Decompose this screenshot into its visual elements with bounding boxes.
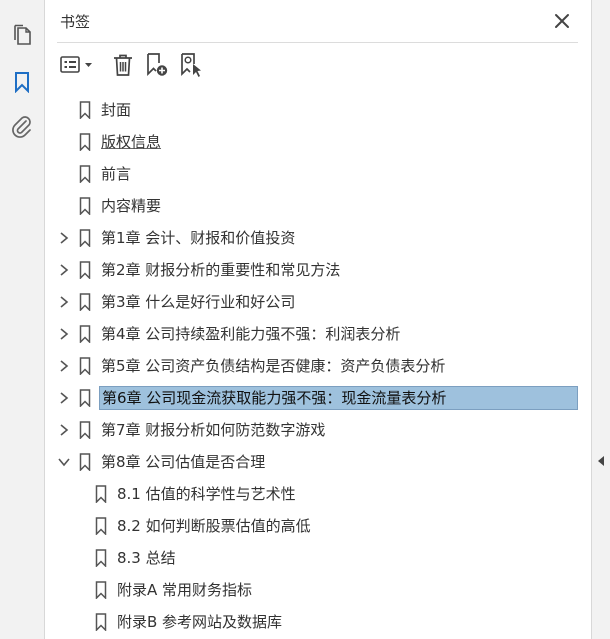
find-bookmark-icon[interactable] <box>179 52 203 78</box>
bookmark-row[interactable]: 内容精要 <box>45 190 591 222</box>
bookmark-label[interactable]: 封面 <box>99 99 133 121</box>
bookmark-icon <box>79 101 91 119</box>
bookmark-label[interactable]: 附录A 常用财务指标 <box>115 579 254 601</box>
bookmark-label[interactable]: 第6章 公司现金流获取能力强不强：现金流量表分析 <box>99 386 578 410</box>
close-icon[interactable] <box>553 12 571 30</box>
bookmark-row[interactable]: 前言 <box>45 158 591 190</box>
pages-icon[interactable] <box>9 22 35 48</box>
bookmark-row[interactable]: 8.3 总结 <box>45 542 591 574</box>
bookmark-row[interactable]: 第8章 公司估值是否合理 <box>45 446 591 478</box>
bookmark-row[interactable]: 版权信息 <box>45 126 591 158</box>
bookmark-icon <box>95 581 107 599</box>
trash-icon[interactable] <box>112 52 134 78</box>
bookmark-row[interactable]: 附录B 参考网站及数据库 <box>45 606 591 638</box>
bookmark-row[interactable]: 8.1 估值的科学性与艺术性 <box>45 478 591 510</box>
bookmark-label[interactable]: 第4章 公司持续盈利能力强不强：利润表分析 <box>99 323 402 345</box>
panel-header: 书签 <box>45 0 591 42</box>
chevron-right-icon[interactable] <box>57 231 71 245</box>
bookmark-icon[interactable] <box>9 69 35 95</box>
bookmark-icon <box>79 165 91 183</box>
chevron-right-icon[interactable] <box>57 263 71 277</box>
bookmark-icon <box>79 453 91 471</box>
collapse-arrow-icon[interactable] <box>597 452 605 471</box>
bookmark-label[interactable]: 内容精要 <box>99 195 163 217</box>
bookmark-icon <box>79 229 91 247</box>
header-divider <box>57 42 578 43</box>
bookmark-icon <box>79 293 91 311</box>
bookmark-label[interactable]: 第3章 什么是好行业和好公司 <box>99 291 297 313</box>
bookmark-row[interactable]: 第3章 什么是好行业和好公司 <box>45 286 591 318</box>
bookmark-icon <box>79 421 91 439</box>
bookmark-label[interactable]: 第1章 会计、财报和价值投资 <box>99 227 297 249</box>
options-menu-icon[interactable] <box>60 52 96 78</box>
bookmark-label[interactable]: 前言 <box>99 163 133 185</box>
bookmark-label[interactable]: 版权信息 <box>99 131 163 153</box>
bookmark-icon <box>79 197 91 215</box>
new-bookmark-icon[interactable] <box>145 52 169 78</box>
bookmarks-panel: 书签 封面 版权信息 前言 内容精要 第1章 会计、财报和价值投资 第2章 财报… <box>45 0 591 639</box>
chevron-down-icon[interactable] <box>57 455 71 469</box>
chevron-right-icon[interactable] <box>57 295 71 309</box>
left-nav-rail <box>0 0 45 639</box>
bookmark-label[interactable]: 第7章 财报分析如何防范数字游戏 <box>99 419 327 441</box>
bookmark-tree: 封面版权信息前言内容精要第1章 会计、财报和价值投资第2章 财报分析的重要性和常… <box>45 94 591 638</box>
chevron-right-icon[interactable] <box>57 423 71 437</box>
bookmark-icon <box>95 549 107 567</box>
paperclip-icon[interactable] <box>9 114 35 140</box>
bookmark-label[interactable]: 8.2 如何判断股票估值的高低 <box>115 515 313 537</box>
bookmark-row[interactable]: 第6章 公司现金流获取能力强不强：现金流量表分析 <box>45 382 591 414</box>
chevron-right-icon[interactable] <box>57 391 71 405</box>
bookmark-icon <box>79 325 91 343</box>
bookmark-icon <box>95 517 107 535</box>
bookmark-row[interactable]: 第1章 会计、财报和价值投资 <box>45 222 591 254</box>
bookmark-row[interactable]: 封面 <box>45 94 591 126</box>
bookmark-icon <box>79 261 91 279</box>
bookmark-label[interactable]: 8.3 总结 <box>115 547 178 569</box>
bookmark-label[interactable]: 第5章 公司资产负债结构是否健康：资产负债表分析 <box>99 355 447 377</box>
bookmark-row[interactable]: 第4章 公司持续盈利能力强不强：利润表分析 <box>45 318 591 350</box>
bookmarks-toolbar <box>45 48 591 82</box>
bookmark-label[interactable]: 8.1 估值的科学性与艺术性 <box>115 483 298 505</box>
bookmark-icon <box>79 389 91 407</box>
chevron-right-icon[interactable] <box>57 359 71 373</box>
bookmark-icon <box>79 357 91 375</box>
bookmark-icon <box>79 133 91 151</box>
bookmark-icon <box>95 613 107 631</box>
panel-title: 书签 <box>60 13 91 31</box>
bookmark-label[interactable]: 附录B 参考网站及数据库 <box>115 611 284 633</box>
bookmark-icon <box>95 485 107 503</box>
bookmark-row[interactable]: 第5章 公司资产负债结构是否健康：资产负债表分析 <box>45 350 591 382</box>
panel-splitter[interactable] <box>591 0 610 639</box>
bookmark-row[interactable]: 第2章 财报分析的重要性和常见方法 <box>45 254 591 286</box>
bookmark-row[interactable]: 第7章 财报分析如何防范数字游戏 <box>45 414 591 446</box>
bookmark-label[interactable]: 第8章 公司估值是否合理 <box>99 451 267 473</box>
bookmark-row[interactable]: 8.2 如何判断股票估值的高低 <box>45 510 591 542</box>
bookmark-row[interactable]: 附录A 常用财务指标 <box>45 574 591 606</box>
bookmark-label[interactable]: 第2章 财报分析的重要性和常见方法 <box>99 259 342 281</box>
chevron-right-icon[interactable] <box>57 327 71 341</box>
